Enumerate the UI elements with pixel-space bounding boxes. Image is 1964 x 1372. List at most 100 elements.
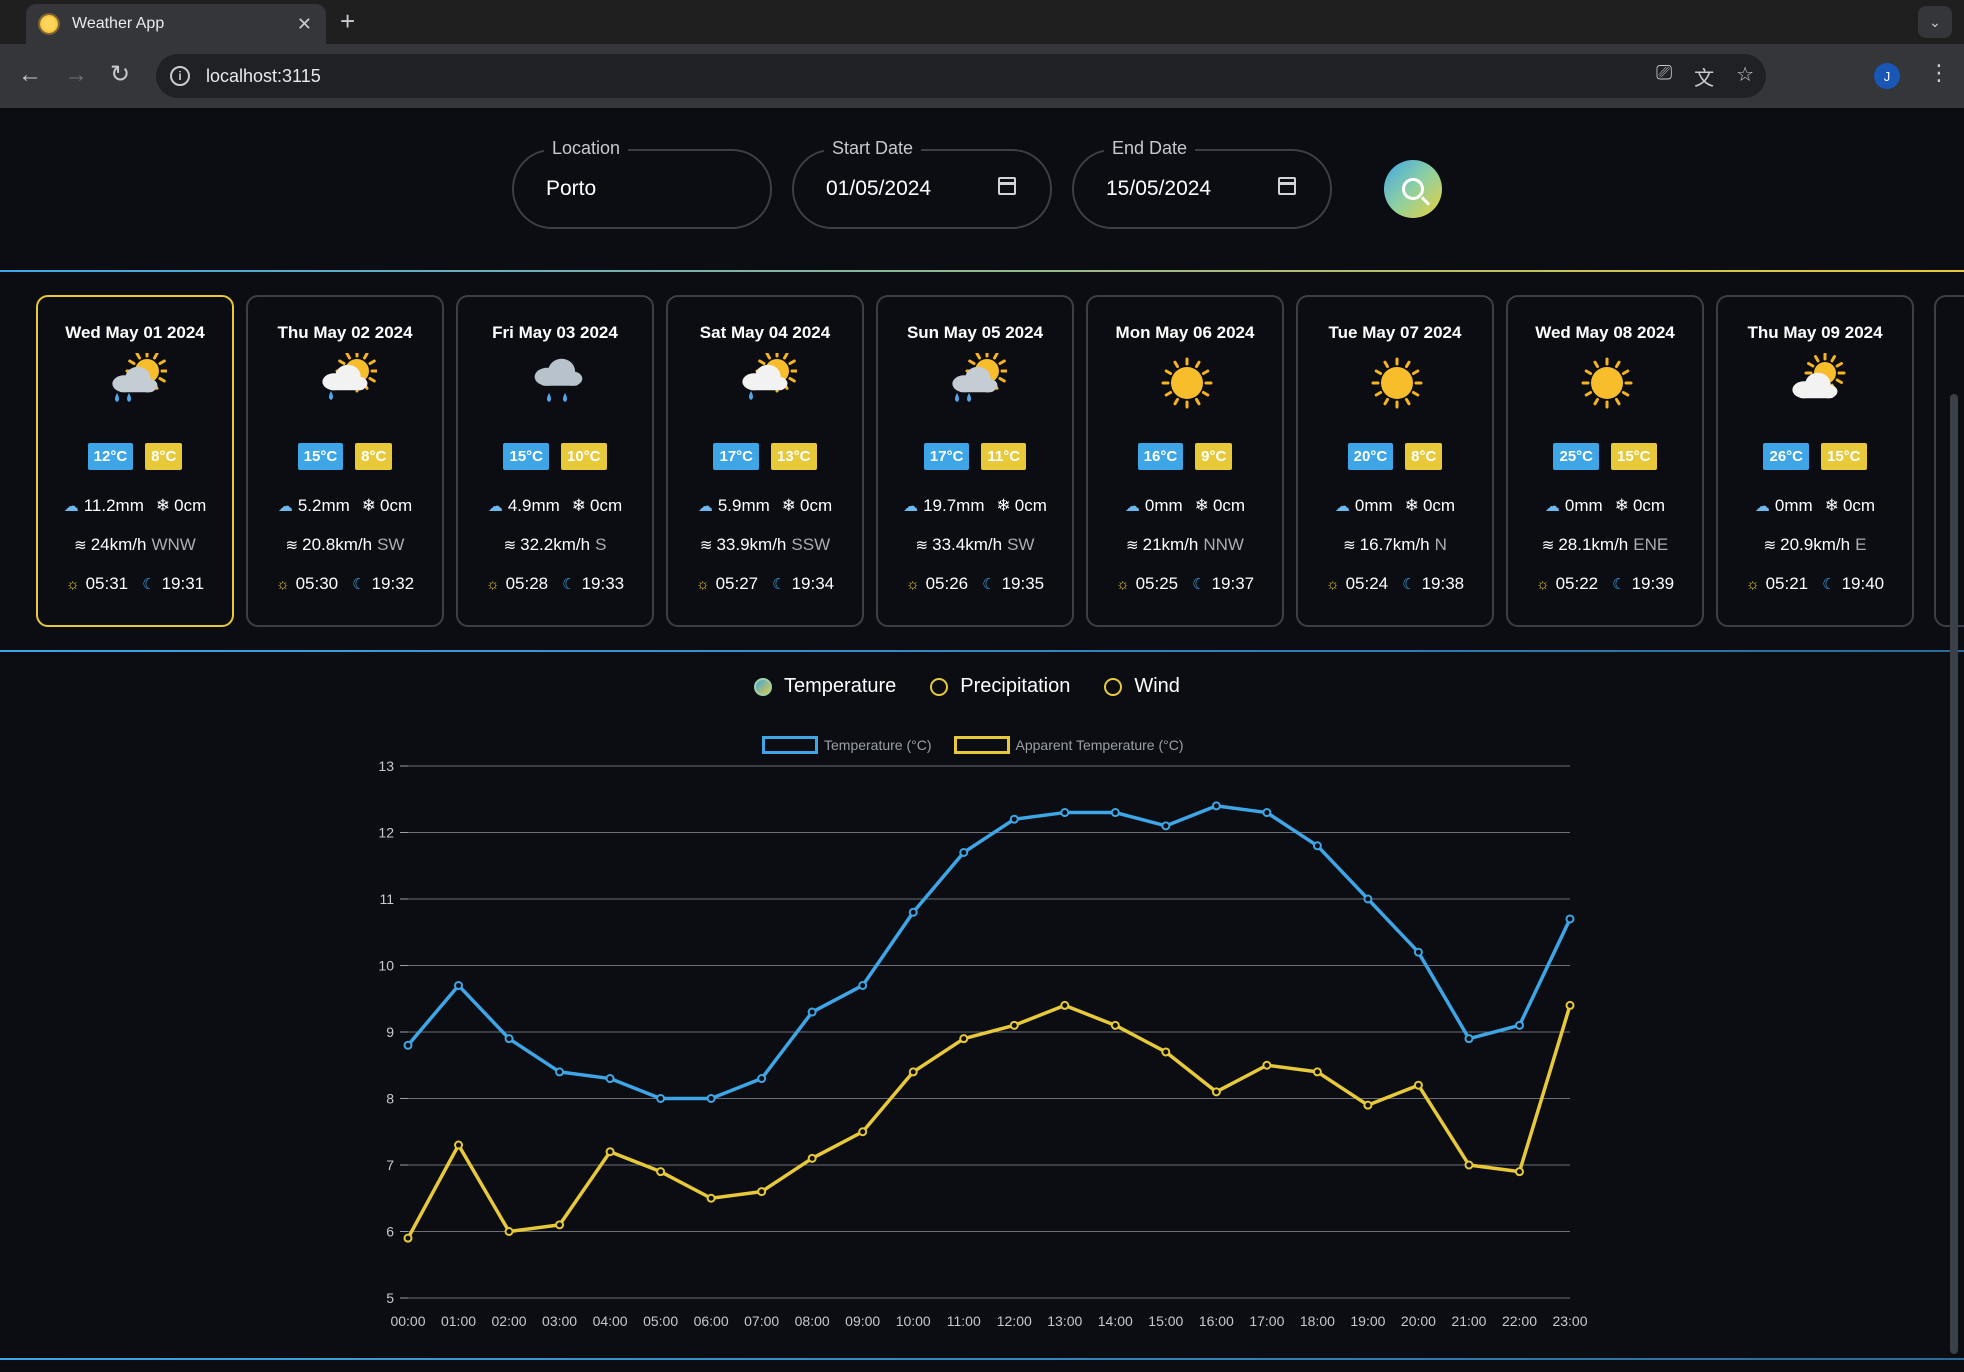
forward-arrow-icon[interactable]: → (64, 60, 88, 90)
forecast-card[interactable]: Tue May 07 2024 20°C 8°C ☁ 0mm ❄ 0cm ≋ 1… (1296, 295, 1494, 627)
temperature-point[interactable] (1514, 1020, 1524, 1030)
temperature-point[interactable] (403, 1040, 413, 1050)
forecast-card[interactable]: Mon May 06 2024 16°C 9°C ☁ 0mm ❄ 0cm ≋ 2… (1086, 295, 1284, 627)
page-scrollbar[interactable] (1950, 394, 1958, 1354)
start-date-input[interactable]: 01/05/2024 (826, 177, 931, 201)
radio-selected-icon[interactable] (754, 677, 772, 696)
apparent-temperature-point[interactable] (605, 1147, 615, 1157)
temperature-point[interactable] (504, 1034, 514, 1044)
close-tab-icon[interactable]: ✕ (297, 14, 312, 35)
temperature-point[interactable] (908, 907, 918, 917)
toggle-temperature[interactable]: Temperature (754, 675, 896, 698)
apparent-temperature-point[interactable] (706, 1193, 716, 1203)
sunrise-icon: ☼ (905, 576, 920, 593)
install-app-icon[interactable]: ⎚ (1656, 62, 1672, 91)
apparent-temperature-point[interactable] (1009, 1020, 1019, 1030)
sunrise-time: 05:31 (85, 574, 129, 593)
forecast-card[interactable]: Wed May 08 2024 25°C 15°C ☁ 0mm ❄ 0cm ≋ … (1506, 295, 1704, 627)
start-date-field[interactable]: Start Date 01/05/2024 (792, 138, 1052, 229)
temperature-point[interactable] (1363, 894, 1373, 904)
temperature-point[interactable] (605, 1074, 615, 1084)
temperature-point[interactable] (1009, 814, 1019, 824)
temperature-point[interactable] (1413, 947, 1423, 957)
apparent-temperature-point[interactable] (656, 1167, 666, 1177)
apparent-temperature-point[interactable] (959, 1034, 969, 1044)
wind-icon: ≋ (1126, 537, 1139, 554)
apparent-temperature-point[interactable] (1161, 1047, 1171, 1057)
address-bar-actions: ⎚ 文 ☆ (1656, 62, 1754, 91)
forecast-card[interactable]: Sun May 05 2024 17°C 11°C ☁ 19.7mm ❄ 0cm… (876, 295, 1074, 627)
apparent-temperature-point[interactable] (858, 1127, 868, 1137)
snowflake-icon: ❄ (571, 496, 587, 515)
address-bar[interactable]: i localhost:3115 ⎚ 文 ☆ (156, 54, 1766, 98)
apparent-temperature-point[interactable] (1312, 1067, 1322, 1077)
apparent-temperature-point[interactable] (555, 1220, 565, 1230)
temperature-point[interactable] (1464, 1034, 1474, 1044)
apparent-temperature-point[interactable] (757, 1187, 767, 1197)
forecast-card[interactable]: Sat May 04 2024 17°C 13°C ☁ 5.9mm ❄ 0cm … (666, 295, 864, 627)
apparent-temperature-point[interactable] (1565, 1000, 1575, 1010)
calendar-icon[interactable] (1278, 177, 1296, 195)
forecast-card-partial[interactable] (1934, 295, 1964, 627)
temperature-point[interactable] (1060, 808, 1070, 818)
temperature-point[interactable] (959, 847, 969, 857)
temperature-point[interactable] (555, 1067, 565, 1077)
bookmark-star-icon[interactable]: ☆ (1736, 62, 1754, 91)
radio-icon[interactable] (1104, 677, 1123, 696)
temperature-point[interactable] (1211, 801, 1221, 811)
location-field[interactable]: Location Porto (512, 138, 772, 229)
apparent-temperature-point[interactable] (908, 1067, 918, 1077)
toggle-wind[interactable]: Wind (1104, 675, 1180, 698)
apparent-temperature-point[interactable] (454, 1140, 464, 1150)
temperature-point[interactable] (454, 980, 464, 990)
temperature-point[interactable] (706, 1094, 716, 1103)
temperature-point[interactable] (1312, 841, 1322, 851)
search-button[interactable] (1384, 160, 1442, 218)
forecast-card[interactable]: Fri May 03 2024 15°C 10°C ☁ 4.9mm ❄ 0cm … (456, 295, 654, 627)
temperature-point[interactable] (1110, 808, 1120, 818)
translate-icon[interactable]: 文 (1694, 62, 1714, 91)
apparent-temperature-point[interactable] (1110, 1020, 1120, 1030)
browser-menu-icon[interactable]: ⋮ (1928, 60, 1950, 86)
location-input[interactable]: Porto (546, 177, 596, 201)
apparent-temperature-point[interactable] (1514, 1167, 1524, 1177)
calendar-icon[interactable] (998, 177, 1016, 195)
end-date-input[interactable]: 15/05/2024 (1106, 177, 1211, 201)
toggle-precipitation[interactable]: Precipitation (930, 675, 1070, 698)
apparent-temperature-point[interactable] (1464, 1160, 1474, 1170)
back-arrow-icon[interactable]: ← (18, 60, 42, 90)
apparent-temperature-point[interactable] (1413, 1080, 1423, 1090)
apparent-temperature-point[interactable] (504, 1227, 514, 1236)
x-tick-label: 01:00 (441, 1313, 476, 1329)
end-date-field[interactable]: End Date 15/05/2024 (1072, 138, 1332, 229)
apparent-temperature-point[interactable] (807, 1153, 817, 1163)
temperature-point[interactable] (1262, 808, 1272, 818)
site-info-icon[interactable]: i (170, 66, 190, 86)
tab-search-chevron-icon[interactable]: ⌄ (1918, 6, 1952, 38)
temperature-point[interactable] (757, 1074, 767, 1084)
apparent-temperature-point[interactable] (403, 1233, 413, 1243)
forecast-card[interactable]: Wed May 01 2024 12°C 8°C ☁ 11.2mm ❄ 0cm … (36, 295, 234, 627)
forecast-card[interactable]: Thu May 09 2024 26°C 15°C ☁ 0mm ❄ 0cm ≋ … (1716, 295, 1914, 627)
temperature-point[interactable] (858, 980, 868, 990)
temperature-point[interactable] (1565, 914, 1575, 924)
snow-amount: 0cm (1422, 496, 1456, 515)
profile-avatar[interactable]: J (1874, 63, 1900, 89)
url-text[interactable]: localhost:3115 (206, 66, 321, 87)
apparent-temperature-point[interactable] (1211, 1087, 1221, 1097)
temperature-point[interactable] (1161, 821, 1171, 831)
sun-times-row: ☼ 05:25 ☾ 19:37 (1088, 574, 1282, 594)
temperature-point[interactable] (656, 1094, 666, 1103)
apparent-temperature-point[interactable] (1060, 1000, 1070, 1010)
sun-times-row: ☼ 05:22 ☾ 19:39 (1508, 574, 1702, 594)
forecast-card[interactable]: Thu May 02 2024 15°C 8°C ☁ 5.2mm ❄ 0cm ≋… (246, 295, 444, 627)
radio-icon[interactable] (930, 677, 949, 696)
temperature-point[interactable] (807, 1007, 817, 1017)
wind-icon: ≋ (285, 537, 299, 554)
apparent-temperature-point[interactable] (1363, 1100, 1373, 1110)
temperature-line-chart: 5 6 7 8 9 10 11 12 13 00:00 01:00 02:00 03:00 04:00 05… (378, 758, 1587, 1329)
browser-tab[interactable]: Weather App ✕ (26, 4, 326, 44)
new-tab-icon[interactable]: + (340, 8, 355, 34)
reload-icon[interactable]: ↻ (110, 60, 130, 90)
apparent-temperature-point[interactable] (1262, 1060, 1272, 1070)
